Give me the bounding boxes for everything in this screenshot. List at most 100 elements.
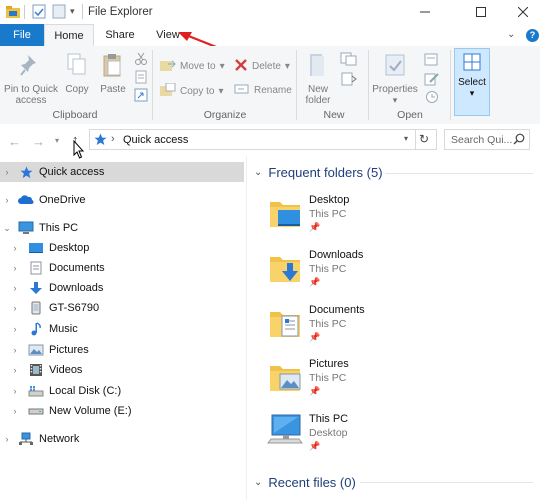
collapse-chevron-icon[interactable]: ⌄ — [2, 223, 12, 234]
delete-label: Delete — [252, 61, 281, 72]
properties-qat-icon[interactable] — [32, 4, 46, 22]
expand-chevron-icon[interactable]: › — [10, 345, 20, 355]
new-item-icon[interactable] — [340, 52, 358, 69]
folder-tile-downloads[interactable]: Downloads This PC 📌 — [266, 247, 526, 291]
section-divider — [385, 173, 533, 174]
pane-splitter[interactable] — [246, 156, 247, 500]
maximize-button[interactable] — [458, 0, 504, 24]
nav-item-desktop[interactable]: › Desktop — [0, 238, 244, 258]
nav-item-local-disk-c[interactable]: › Local Disk (C:) — [0, 381, 244, 401]
expand-chevron-icon[interactable]: › — [10, 243, 20, 253]
tab-file[interactable]: File — [0, 24, 44, 46]
download-arrow-icon — [28, 281, 44, 295]
close-button[interactable] — [500, 0, 540, 24]
expand-chevron-icon[interactable]: › — [10, 324, 20, 334]
expand-chevron-icon[interactable]: › — [10, 365, 20, 375]
breadcrumb-chevron-icon[interactable]: › — [111, 133, 115, 145]
history-icon[interactable] — [424, 90, 440, 107]
nav-item-music[interactable]: › Music — [0, 319, 244, 339]
minimize-button[interactable] — [402, 0, 448, 24]
pictures-icon — [28, 343, 44, 357]
easy-access-icon[interactable] — [340, 72, 358, 89]
desktop-icon — [28, 241, 44, 255]
edit-icon[interactable] — [424, 72, 440, 89]
desktop-folder-icon — [268, 196, 302, 233]
folder-tile-desktop[interactable]: Desktop This PC 📌 — [266, 192, 526, 236]
paste-label: Paste — [100, 84, 126, 95]
nav-item-onedrive[interactable]: › OneDrive — [0, 190, 244, 210]
tab-share[interactable]: Share — [98, 24, 142, 46]
nav-item-network[interactable]: › Network — [0, 429, 244, 449]
delete-button[interactable]: Delete ▾ — [234, 58, 290, 75]
new-folder-button[interactable]: New folder — [300, 52, 336, 106]
expand-chevron-icon[interactable]: › — [2, 434, 12, 444]
window-title: File Explorer — [88, 6, 153, 18]
collapse-chevron-icon[interactable]: ⌄ — [254, 167, 262, 178]
expand-chevron-icon[interactable]: › — [10, 406, 20, 416]
app-icon[interactable] — [6, 5, 20, 21]
open-group-label: Open — [397, 109, 423, 121]
nav-label: Videos — [49, 364, 83, 376]
expand-chevron-icon[interactable]: › — [10, 303, 20, 313]
new-folder-qat-icon[interactable] — [52, 4, 66, 22]
expand-chevron-icon[interactable]: › — [10, 386, 20, 396]
tab-home[interactable]: Home — [44, 24, 94, 47]
copy-label: Copy — [65, 84, 89, 95]
pinned-icon: 📌 — [309, 222, 321, 232]
nav-label: Network — [39, 433, 80, 445]
collapse-chevron-icon[interactable]: ⌄ — [254, 477, 262, 488]
move-to-button[interactable]: Move to ▾ — [160, 58, 225, 75]
back-button[interactable]: ← — [8, 134, 21, 149]
expand-chevron-icon[interactable]: › — [10, 263, 20, 273]
select-label: Select — [458, 77, 486, 88]
nav-item-this-pc[interactable]: ⌄ This PC — [0, 218, 244, 238]
expand-ribbon-icon[interactable]: ⌄ — [507, 29, 515, 40]
quick-access-star-icon — [94, 133, 107, 149]
copy-to-dropdown-icon: ▾ — [218, 86, 224, 97]
folder-tile-this-pc[interactable]: This PC Desktop 📌 — [266, 411, 526, 455]
copy-button[interactable]: Copy — [62, 52, 92, 95]
properties-button[interactable]: Properties ▾ — [370, 52, 420, 106]
nav-item-pictures[interactable]: › Pictures — [0, 340, 244, 360]
refresh-icon[interactable]: ↻ — [419, 132, 429, 146]
nav-item-gt-s6790[interactable]: › GT-S6790 — [0, 298, 244, 318]
delete-dropdown-icon: ▾ — [284, 61, 290, 72]
search-input[interactable]: Search Qui... — [444, 129, 530, 150]
expand-chevron-icon[interactable]: › — [10, 283, 20, 293]
select-button[interactable]: Select ▾ — [454, 48, 490, 116]
open-icon[interactable] — [424, 52, 440, 69]
delete-icon — [234, 58, 248, 75]
nav-item-new-volume-e[interactable]: › New Volume (E:) — [0, 401, 244, 421]
copy-to-label: Copy to — [180, 86, 215, 97]
address-path[interactable]: Quick access — [123, 134, 188, 146]
nav-item-quick-access[interactable]: › Quick access — [0, 162, 244, 182]
expand-chevron-icon[interactable]: › — [2, 195, 12, 205]
computer-icon — [266, 413, 304, 452]
folder-tile-pictures[interactable]: Pictures This PC 📌 — [266, 356, 526, 400]
properties-icon — [370, 52, 420, 81]
nav-item-downloads[interactable]: › Downloads — [0, 278, 244, 298]
folder-tile-documents[interactable]: Documents This PC 📌 — [266, 302, 526, 346]
move-to-label: Move to — [180, 61, 216, 72]
recent-locations-icon[interactable]: ▾ — [55, 136, 59, 145]
nav-item-documents[interactable]: › Documents — [0, 258, 244, 278]
recent-files-header[interactable]: ⌄ Recent files (0) — [254, 475, 356, 490]
group-separator — [296, 50, 297, 120]
forward-button[interactable]: → — [32, 134, 45, 149]
help-icon[interactable]: ? — [526, 29, 539, 42]
rename-button[interactable]: Rename — [234, 83, 292, 98]
qat-dropdown-icon[interactable]: ▾ — [70, 6, 75, 17]
nav-label: Downloads — [49, 282, 104, 294]
frequent-folders-header[interactable]: ⌄ Frequent folders (5) — [254, 165, 383, 180]
copy-path-icon[interactable] — [134, 70, 148, 87]
paste-button[interactable]: Paste — [98, 52, 128, 95]
pin-to-quick-access-button[interactable]: Pin to Quick access — [2, 52, 60, 106]
address-dropdown-icon[interactable]: ▾ — [404, 134, 408, 143]
expand-chevron-icon[interactable]: › — [2, 167, 12, 177]
title-divider — [82, 4, 83, 19]
nav-item-videos[interactable]: › Videos — [0, 360, 244, 380]
cut-icon[interactable] — [134, 52, 148, 69]
copy-to-button[interactable]: Copy to ▾ — [160, 82, 224, 100]
paste-icon — [98, 52, 128, 81]
paste-shortcut-icon[interactable] — [134, 88, 148, 105]
